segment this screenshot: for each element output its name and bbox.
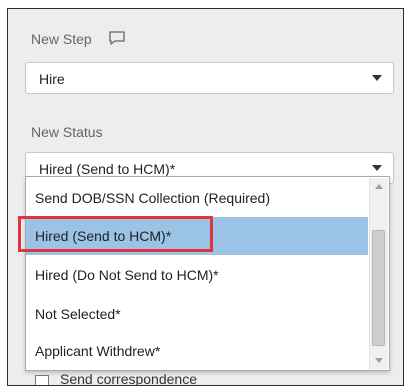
chevron-down-icon (372, 75, 382, 81)
status-option[interactable]: Not Selected* (26, 295, 368, 333)
scroll-down-arrow-icon[interactable] (375, 358, 383, 363)
new-step-label: New Step (31, 31, 92, 47)
new-step-value: Hire (39, 71, 65, 87)
status-option[interactable]: Applicant Withdrew* (26, 332, 368, 370)
new-step-select[interactable]: Hire (25, 62, 394, 94)
new-status-label: New Status (31, 124, 103, 140)
status-option[interactable]: Send DOB/SSN Collection (Required) (26, 179, 368, 217)
dropdown-scrollbar[interactable] (369, 178, 388, 369)
chevron-down-icon (372, 165, 382, 171)
send-correspondence-checkbox[interactable] (35, 375, 49, 385)
send-correspondence-label: Send correspondence (60, 371, 197, 386)
scroll-up-arrow-icon[interactable] (375, 184, 383, 189)
comment-icon[interactable] (108, 30, 126, 46)
status-option-highlighted[interactable]: Hired (Send to HCM)* (26, 217, 368, 255)
new-status-dropdown-list: Send DOB/SSN Collection (Required) Hired… (25, 176, 390, 371)
status-option[interactable]: Hired (Do Not Send to HCM)* (26, 256, 368, 294)
scrollbar-thumb[interactable] (372, 230, 385, 346)
new-status-value: Hired (Send to HCM)* (39, 161, 176, 177)
